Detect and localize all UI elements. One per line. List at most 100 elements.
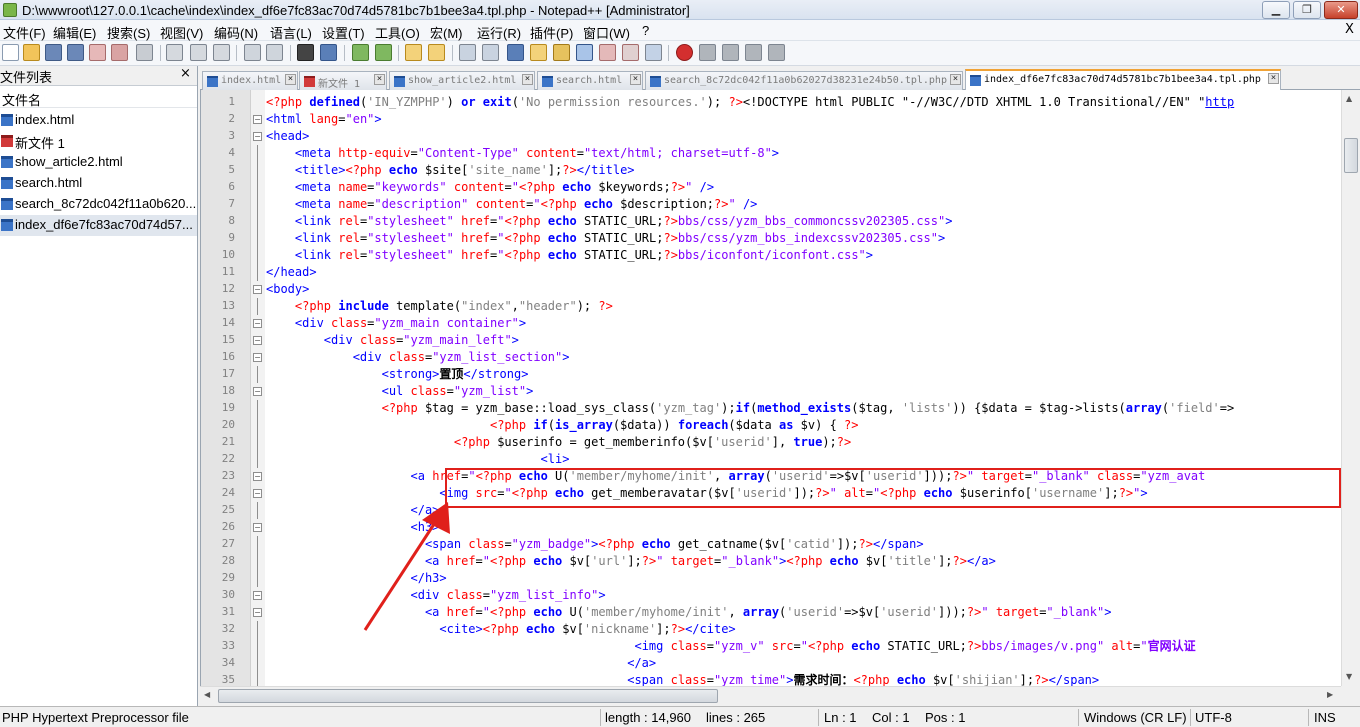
fold-toggle-icon[interactable]: − (253, 132, 262, 141)
menu-view[interactable]: 视图(V) (160, 23, 203, 42)
menu-help[interactable]: ? (642, 23, 649, 38)
tab-search-tpl[interactable]: search_8c72dc042f11a0b62027d38231e24b50.… (645, 71, 963, 90)
scroll-thumb[interactable] (1344, 138, 1358, 173)
scroll-up-icon[interactable]: ▲ (1346, 94, 1352, 103)
scroll-thumb[interactable] (218, 689, 718, 703)
paste-icon[interactable] (213, 44, 230, 61)
menu-macro[interactable]: 宏(M) (430, 23, 463, 42)
list-item[interactable]: search_8c72dc042f11a0b620... (0, 194, 197, 215)
file-icon (1, 156, 13, 168)
fold-toggle-icon[interactable]: − (253, 472, 262, 481)
menu-plugins[interactable]: 插件(P) (530, 23, 573, 42)
menu-window[interactable]: 窗口(W) (583, 23, 630, 42)
menu-search[interactable]: 搜索(S) (107, 23, 150, 42)
code-line: <head> (266, 129, 310, 143)
menu-encoding[interactable]: 编码(N) (214, 23, 258, 42)
menu-settings[interactable]: 设置(T) (322, 23, 365, 42)
status-eol[interactable]: Windows (CR LF) (1084, 710, 1187, 725)
fold-toggle-icon[interactable]: − (253, 608, 262, 617)
minimize-button[interactable]: ▁ (1262, 1, 1290, 19)
sync-v-icon[interactable] (405, 44, 422, 61)
stop-macro-icon[interactable] (699, 44, 716, 61)
horizontal-scrollbar[interactable]: ◀ ▶ (200, 686, 1341, 705)
code-line: <strong>置顶</strong> (381, 367, 529, 381)
list-item[interactable]: index.html (0, 110, 197, 131)
tab-close-icon[interactable]: × (374, 74, 385, 85)
fold-toggle-icon[interactable]: − (253, 319, 262, 328)
menu-tools[interactable]: 工具(O) (375, 23, 420, 42)
open-file-icon[interactable] (23, 44, 40, 61)
menu-file[interactable]: 文件(F) (3, 23, 46, 42)
fold-toggle-icon[interactable]: − (253, 523, 262, 532)
play-macro-icon[interactable] (722, 44, 739, 61)
word-wrap-icon[interactable] (459, 44, 476, 61)
close-document-button[interactable]: X (1345, 22, 1354, 37)
cut-icon[interactable] (166, 44, 183, 61)
save-icon[interactable] (45, 44, 62, 61)
tab-close-icon[interactable]: × (1268, 73, 1279, 84)
save-all-icon[interactable] (67, 44, 84, 61)
tab-close-icon[interactable]: × (285, 74, 296, 85)
tab-show-article2[interactable]: show_article2.html × (389, 71, 535, 90)
list-item[interactable]: show_article2.html (0, 152, 197, 173)
fold-toggle-icon[interactable]: − (253, 285, 262, 294)
doc-map-icon[interactable] (553, 44, 570, 61)
zoom-in-icon[interactable] (352, 44, 369, 61)
panel-close-icon[interactable]: × (180, 66, 191, 81)
tab-index-html[interactable]: index.html × (202, 71, 298, 90)
tab-close-icon[interactable]: × (522, 74, 533, 85)
close-icon[interactable] (89, 44, 106, 61)
list-item[interactable]: search.html (0, 173, 197, 194)
menu-edit[interactable]: 编辑(E) (53, 23, 96, 42)
record-macro-icon[interactable] (676, 44, 693, 61)
status-insert-mode[interactable]: INS (1314, 710, 1336, 725)
scroll-left-icon[interactable]: ◀ (204, 690, 210, 699)
redo-icon[interactable] (266, 44, 283, 61)
vertical-scrollbar[interactable]: ▲ ▼ (1341, 90, 1360, 686)
save-macro-icon[interactable] (768, 44, 785, 61)
tab-close-icon[interactable]: × (630, 74, 641, 85)
status-encoding[interactable]: UTF-8 (1195, 710, 1232, 725)
scroll-down-icon[interactable]: ▼ (1346, 672, 1352, 681)
monitor-icon[interactable] (622, 44, 639, 61)
fold-toggle-icon[interactable]: − (253, 115, 262, 124)
column-header-filename[interactable]: 文件名 (0, 86, 197, 108)
replace-icon[interactable] (320, 44, 337, 61)
menu-run[interactable]: 运行(R) (477, 23, 521, 42)
tab-new-file-1[interactable]: 新文件 1 × (299, 71, 387, 90)
folder-workspace-icon[interactable] (599, 44, 616, 61)
new-file-icon[interactable] (2, 44, 19, 61)
indent-guide-icon[interactable] (507, 44, 524, 61)
copy-icon[interactable] (190, 44, 207, 61)
fold-toggle-icon[interactable]: − (253, 336, 262, 345)
line-number: 32 (221, 622, 235, 635)
scroll-right-icon[interactable]: ▶ (1327, 690, 1333, 699)
fold-toggle-icon[interactable]: − (253, 353, 262, 362)
eye-icon[interactable] (645, 44, 662, 61)
fold-toggle-icon[interactable]: − (253, 489, 262, 498)
undo-icon[interactable] (244, 44, 261, 61)
function-list-icon[interactable] (576, 44, 593, 61)
fold-toggle-icon[interactable]: − (253, 591, 262, 600)
list-item[interactable]: 新文件 1 (0, 131, 197, 152)
fold-line (257, 298, 258, 315)
tab-search-html[interactable]: search.html × (537, 71, 643, 90)
run-macro-multiple-icon[interactable] (745, 44, 762, 61)
close-window-button[interactable]: ✕ (1324, 1, 1358, 19)
fold-line (257, 536, 258, 553)
lang-icon[interactable] (530, 44, 547, 61)
zoom-out-icon[interactable] (375, 44, 392, 61)
status-bar: PHP Hypertext Preprocessor file length :… (0, 706, 1360, 727)
list-item-selected[interactable]: index_df6e7fc83ac70d74d57... (0, 215, 197, 236)
tab-index-tpl[interactable]: index_df6e7fc83ac70d74d5781bc7b1bee3a4.t… (965, 69, 1281, 90)
show-all-chars-icon[interactable] (482, 44, 499, 61)
menu-language[interactable]: 语言(L) (270, 23, 312, 42)
sync-h-icon[interactable] (428, 44, 445, 61)
close-all-icon[interactable] (111, 44, 128, 61)
maximize-button[interactable]: ❐ (1293, 1, 1321, 19)
fold-toggle-icon[interactable]: − (253, 387, 262, 396)
tab-close-icon[interactable]: × (950, 74, 961, 85)
print-icon[interactable] (136, 44, 153, 61)
code-line: <?php $tag = yzm_base::load_sys_class('y… (381, 401, 1235, 415)
find-icon[interactable] (297, 44, 314, 61)
